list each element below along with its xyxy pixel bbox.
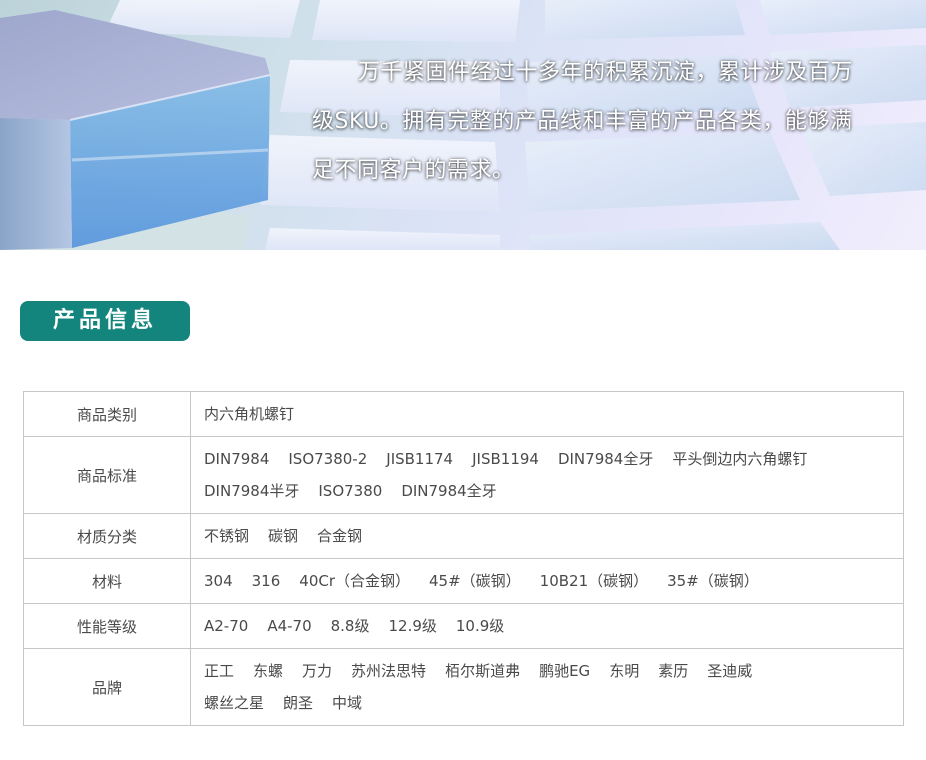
value-line: 内六角机螺钉 [204,398,891,430]
value-item: DIN7984 [204,450,270,468]
table-row: 材料 304 316 40Cr（合金钢） 45#（碳钢） 10B21（碳钢） 35#（碳钢… [23,558,904,604]
value-line: 螺丝之星 朗圣 中域 [204,687,891,719]
value-item: 45#（碳钢） [429,572,521,590]
row-label: 材质分类 [23,513,191,559]
value-line: 不锈钢 碳钢 合金钢 [204,520,891,552]
banner-description: 万千紧固件经过十多年的积累沉淀，累计涉及百万 级SKU。拥有完整的产品线和丰富的… [312,48,902,195]
value-item: 316 [251,572,281,590]
row-label: 品牌 [23,648,191,726]
value-item: 12.9级 [388,617,437,635]
value-item: 鹏驰EG [539,662,591,680]
value-item: 朗圣 [283,694,314,712]
product-info-table: 商品类别 内六角机螺钉 商品标准 DIN7984 ISO7380-2 JISB117… [23,391,904,726]
value-item: DIN7984半牙 [204,482,300,500]
row-label: 材料 [23,558,191,604]
value-item: 35#（碳钢） [667,572,759,590]
section-title-product-info: 产品信息 [20,301,190,341]
row-value: DIN7984 ISO7380-2 JISB1174 JISB1194 DIN7984全… [190,436,904,514]
value-item: 东明 [609,662,640,680]
value-item: ISO7380 [318,482,383,500]
row-value: 304 316 40Cr（合金钢） 45#（碳钢） 10B21（碳钢） 35#（碳钢） [190,558,904,604]
value-item: 素历 [658,662,689,680]
value-item: A4-70 [267,617,312,635]
value-item: 圣迪威 [707,662,753,680]
value-item: 平头倒边内六角螺钉 [672,450,808,468]
value-item: 10.9级 [455,617,505,635]
row-value: 内六角机螺钉 [190,391,904,437]
table-row: 性能等级 A2-70 A4-70 8.8级 12.9级 10.9级 [23,603,904,649]
value-item: DIN7984全牙 [557,450,654,468]
value-item: 内六角机螺钉 [204,405,295,423]
value-line: 正工 东螺 万力 苏州法思特 栢尔斯道弗 鹏驰EG 东明 素历 圣迪威 [204,655,891,687]
row-value: 正工 东螺 万力 苏州法思特 栢尔斯道弗 鹏驰EG 东明 素历 圣迪威 螺丝之星 朗圣 中域 [190,648,904,726]
row-value: 不锈钢 碳钢 合金钢 [190,513,904,559]
value-item: 合金钢 [317,527,363,545]
table-row: 材质分类 不锈钢 碳钢 合金钢 [23,513,904,559]
value-item: 10B21（碳钢） [539,572,649,590]
hero-banner: 万千紧固件经过十多年的积累沉淀，累计涉及百万 级SKU。拥有完整的产品线和丰富的… [0,0,926,250]
value-item: DIN7984全牙 [401,482,497,500]
row-label: 商品标准 [23,436,191,514]
value-line: A2-70 A4-70 8.8级 12.9级 10.9级 [204,610,891,642]
value-item: 304 [204,572,233,590]
value-item: ISO7380-2 [288,450,368,468]
value-item: 40Cr（合金钢） [299,572,411,590]
row-label: 商品类别 [23,391,191,437]
value-item: JISB1174 [386,450,454,468]
value-item: 万力 [302,662,333,680]
value-line: DIN7984半牙 ISO7380 DIN7984全牙 [204,475,891,507]
table-row: 商品标准 DIN7984 ISO7380-2 JISB1174 JISB1194 DIN… [23,436,904,514]
row-value: A2-70 A4-70 8.8级 12.9级 10.9级 [190,603,904,649]
value-item: 中域 [332,694,363,712]
value-line: DIN7984 ISO7380-2 JISB1174 JISB1194 DIN7984全… [204,443,891,475]
banner-line: 级SKU。拥有完整的产品线和丰富的产品各类，能够满 [312,109,853,134]
table-row: 品牌 正工 东螺 万力 苏州法思特 栢尔斯道弗 鹏驰EG 东明 素历 圣迪威 螺丝之星 朗圣 中域 [23,648,904,726]
value-item: 螺丝之星 [204,694,265,712]
banner-line: 万千紧固件经过十多年的积累沉淀，累计涉及百万 [358,60,854,85]
row-label: 性能等级 [23,603,191,649]
banner-line: 足不同客户的需求。 [312,158,515,183]
value-item: 东螺 [253,662,284,680]
value-item: 苏州法思特 [351,662,427,680]
value-item: JISB1194 [472,450,539,468]
table-row: 商品类别 内六角机螺钉 [23,391,904,437]
value-item: 碳钢 [268,527,299,545]
value-item: 正工 [204,662,235,680]
value-line: 304 316 40Cr（合金钢） 45#（碳钢） 10B21（碳钢） 35#（碳钢） [204,565,891,597]
value-item: 8.8级 [330,617,370,635]
value-item: A2-70 [204,617,249,635]
value-item: 栢尔斯道弗 [445,662,521,680]
value-item: 不锈钢 [204,527,250,545]
